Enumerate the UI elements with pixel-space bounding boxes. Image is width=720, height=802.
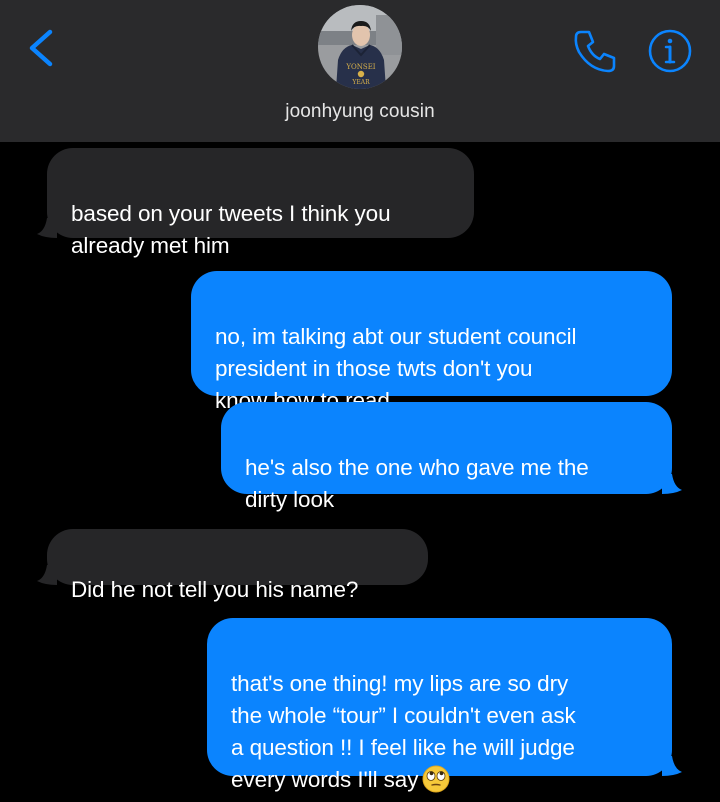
phone-icon [574,30,616,73]
message-bubble-sent[interactable]: no, im talking abt our student council p… [191,271,672,413]
message-bubble-sent[interactable]: that's one thing! my lips are so dry the… [207,618,682,793]
bubble-tail-icon [37,565,57,585]
bubble-tail-icon [662,756,682,776]
info-button[interactable] [647,28,693,74]
avatar[interactable]: YONSEI YEAR [318,5,402,89]
avatar-hoodie-text: YONSEI [345,63,375,71]
contact-name[interactable]: joonhyung cousin [0,101,720,123]
info-icon [648,29,692,73]
chevron-left-icon [29,29,53,67]
message-text: that's one thing! my lips are so dry the… [231,671,576,792]
bubble-tail-icon [662,474,682,494]
message-bubble-sent[interactable]: he's also the one who gave me the dirty … [221,402,682,512]
back-button[interactable] [22,26,62,70]
bubble-tail-icon [37,218,57,238]
avatar-hoodie-text-2: YEAR [351,79,370,86]
message-text: he's also the one who gave me the dirty … [245,455,589,512]
message-text: no, im talking abt our student council p… [215,324,577,413]
conversation-header: YONSEI YEAR joonhyung cousin [0,0,720,142]
message-text: Did he not tell you his name? [71,577,359,602]
message-bubble-received[interactable]: based on your tweets I think you already… [37,148,474,258]
message-bubble-received[interactable]: Did he not tell you his name? [37,529,428,602]
face-with-rolling-eyes-icon [422,765,450,802]
call-button[interactable] [570,26,620,76]
message-text: based on your tweets I think you already… [71,201,391,258]
